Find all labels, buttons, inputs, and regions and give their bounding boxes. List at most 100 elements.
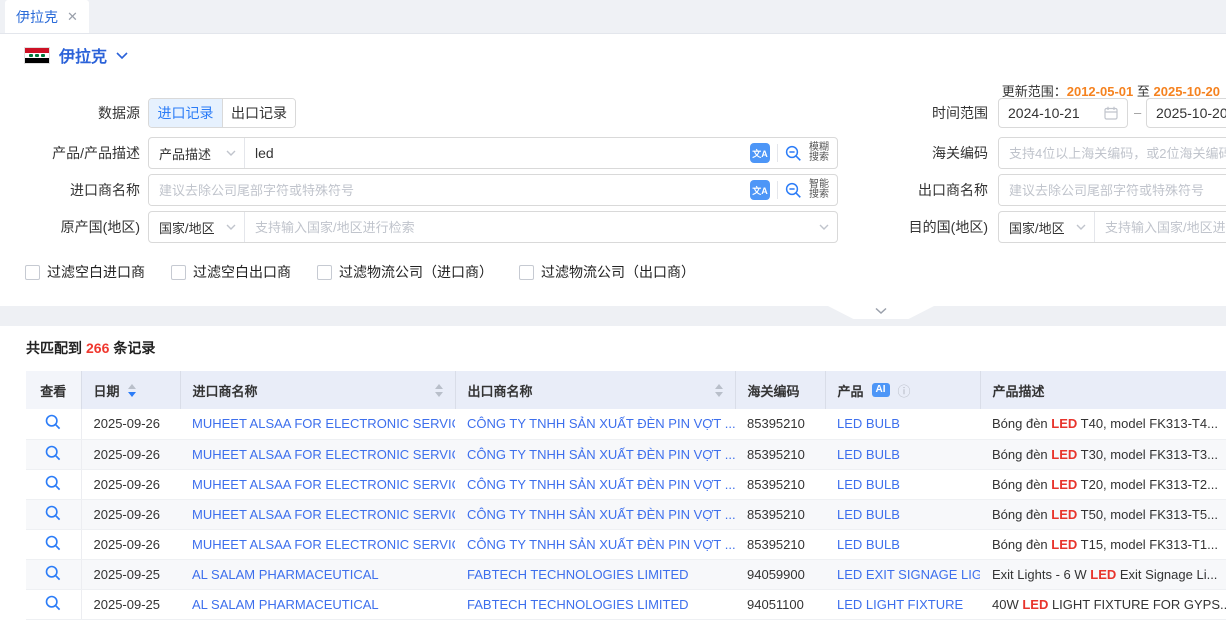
- checkbox-filter-blank-exporter[interactable]: 过滤空白出口商: [171, 262, 291, 282]
- exporter-input[interactable]: [999, 175, 1226, 205]
- checkbox-filter-blank-importer[interactable]: 过滤空白进口商: [25, 262, 145, 282]
- exporter-control: [998, 174, 1226, 206]
- date-end-input[interactable]: 2025-10-20: [1146, 98, 1226, 128]
- sort-icon-importer[interactable]: [435, 384, 443, 397]
- importer-link[interactable]: MUHEET ALSAA FOR ELECTRONIC SERVICE...: [192, 447, 455, 462]
- exporter-link[interactable]: FABTECH TECHNOLOGIES LIMITED: [467, 567, 689, 582]
- importer-link[interactable]: AL SALAM PHARMACEUTICAL: [192, 567, 379, 582]
- view-record-button[interactable]: [45, 565, 61, 581]
- date-cell: 2025-09-26: [81, 409, 180, 439]
- importer-link[interactable]: MUHEET ALSAA FOR ELECTRONIC SERVICE...: [192, 477, 455, 492]
- exporter-label: 出口商名称: [858, 174, 988, 206]
- description-cell: Bóng đèn LED T20, model FK313-T2...: [980, 469, 1226, 499]
- dest-country-select[interactable]: 国家/地区: [999, 212, 1095, 242]
- product-link[interactable]: LED EXIT SIGNAGE LIG...: [837, 567, 980, 582]
- product-cell: LED BULB: [825, 499, 980, 529]
- product-type-value: 产品描述: [159, 144, 211, 163]
- view-record-button[interactable]: [45, 414, 61, 430]
- time-range-label: 时间范围: [858, 98, 988, 128]
- dest-country-select-value: 国家/地区: [1009, 218, 1065, 237]
- product-link[interactable]: LED BULB: [837, 477, 900, 492]
- product-cell: LED BULB: [825, 409, 980, 439]
- exporter-link[interactable]: CÔNG TY TNHH SẢN XUẤT ĐÈN PIN VỢT ...: [467, 537, 735, 552]
- exporter-link[interactable]: CÔNG TY TNHH SẢN XUẤT ĐÈN PIN VỢT ...: [467, 416, 735, 431]
- product-link[interactable]: LED BULB: [837, 507, 900, 522]
- importer-input[interactable]: [149, 175, 742, 205]
- filter-checkboxes: 过滤空白进口商 过滤空白出口商 过滤物流公司（进口商） 过滤物流公司（出口商）: [25, 262, 695, 282]
- checkbox-icon[interactable]: [317, 265, 332, 280]
- product-search-input[interactable]: [245, 138, 742, 168]
- view-record-button[interactable]: [45, 475, 61, 491]
- product-link[interactable]: LED BULB: [837, 416, 900, 431]
- checkbox-icon[interactable]: [171, 265, 186, 280]
- view-cell: [26, 499, 81, 529]
- view-record-button[interactable]: [45, 445, 61, 461]
- description-cell: Bóng đèn LED T15, model FK313-T1...: [980, 529, 1226, 559]
- product-link[interactable]: LED LIGHT FIXTURE: [837, 597, 963, 612]
- tab-import-records[interactable]: 进口记录: [149, 99, 222, 127]
- magnifier-icon: [45, 445, 61, 461]
- translate-icon[interactable]: 文A: [750, 143, 770, 163]
- view-record-button[interactable]: [45, 505, 61, 521]
- filter-panel: 更新范围：2012-05-01 至 2025-10-20 数据源 进口记录 出口…: [0, 76, 1226, 306]
- hs-code-cell: 85395210: [735, 499, 825, 529]
- date-start-input[interactable]: 2024-10-21: [998, 98, 1128, 128]
- checkbox-filter-logistics-importer[interactable]: 过滤物流公司（进口商）: [317, 262, 493, 282]
- hs-code-label: 海关编码: [858, 137, 988, 169]
- info-icon[interactable]: ⓘ: [898, 381, 911, 400]
- magnifier-icon: [45, 535, 61, 551]
- product-cell: LED BULB: [825, 529, 980, 559]
- highlight-keyword: LED: [1051, 507, 1077, 522]
- column-importer[interactable]: 进口商名称: [180, 371, 455, 409]
- tab-export-records[interactable]: 出口记录: [222, 99, 295, 127]
- checkbox-icon[interactable]: [519, 265, 534, 280]
- close-icon[interactable]: ✕: [67, 9, 78, 25]
- exporter-link[interactable]: CÔNG TY TNHH SẢN XUẤT ĐÈN PIN VỢT ...: [467, 447, 735, 462]
- country-title: 伊拉克: [59, 43, 107, 67]
- collapse-panel-handle[interactable]: [828, 306, 934, 319]
- column-exporter[interactable]: 出口商名称: [455, 371, 735, 409]
- sort-icon-exporter[interactable]: [715, 384, 723, 397]
- smart-search-label[interactable]: 智能搜索: [809, 180, 829, 200]
- chevron-down-icon[interactable]: [116, 52, 128, 60]
- table-row: 2025-09-26 MUHEET ALSAA FOR ELECTRONIC S…: [26, 469, 1226, 499]
- ai-badge: AI: [872, 383, 890, 397]
- origin-country-select[interactable]: 国家/地区: [149, 212, 245, 242]
- results-table: 查看 日期 进口商名称 出口商名称 海关编码 产品AIⓘ 产品描述 2025-0…: [26, 371, 1226, 620]
- date-cell: 2025-09-25: [81, 559, 180, 589]
- tab-iraq[interactable]: 伊拉克 ✕: [5, 0, 89, 33]
- exporter-link[interactable]: CÔNG TY TNHH SẢN XUẤT ĐÈN PIN VỢT ...: [467, 477, 735, 492]
- exporter-link[interactable]: CÔNG TY TNHH SẢN XUẤT ĐÈN PIN VỢT ...: [467, 507, 735, 522]
- checkbox-icon[interactable]: [25, 265, 40, 280]
- data-source-switch: 进口记录 出口记录: [148, 98, 296, 128]
- importer-link[interactable]: MUHEET ALSAA FOR ELECTRONIC SERVICE...: [192, 537, 455, 552]
- table-row: 2025-09-26 MUHEET ALSAA FOR ELECTRONIC S…: [26, 529, 1226, 559]
- smart-search-icon[interactable]: [785, 182, 802, 199]
- date-start-value: 2024-10-21: [1008, 105, 1080, 121]
- date-cell: 2025-09-26: [81, 439, 180, 469]
- origin-country-caret[interactable]: [811, 212, 837, 242]
- importer-link[interactable]: MUHEET ALSAA FOR ELECTRONIC SERVICE...: [192, 507, 455, 522]
- origin-country-input[interactable]: [245, 212, 811, 242]
- column-date[interactable]: 日期: [81, 371, 180, 409]
- product-type-select[interactable]: 产品描述: [149, 138, 245, 168]
- product-cell: LED BULB: [825, 439, 980, 469]
- chevron-down-icon: [226, 150, 236, 157]
- table-row: 2025-09-25 AL SALAM PHARMACEUTICAL FABTE…: [26, 589, 1226, 619]
- view-record-button[interactable]: [45, 535, 61, 551]
- importer-link[interactable]: AL SALAM PHARMACEUTICAL: [192, 597, 379, 612]
- exporter-link[interactable]: FABTECH TECHNOLOGIES LIMITED: [467, 597, 689, 612]
- checkbox-filter-logistics-exporter[interactable]: 过滤物流公司（出口商）: [519, 262, 695, 282]
- sort-icon-date[interactable]: [128, 384, 136, 397]
- hs-code-input[interactable]: [999, 138, 1226, 168]
- dest-country-input[interactable]: [1095, 212, 1226, 242]
- importer-link[interactable]: MUHEET ALSAA FOR ELECTRONIC SERVICE...: [192, 416, 455, 431]
- fuzzy-search-icon[interactable]: [785, 145, 802, 162]
- fuzzy-search-label[interactable]: 模糊搜索: [809, 143, 829, 163]
- product-link[interactable]: LED BULB: [837, 447, 900, 462]
- translate-icon[interactable]: 文A: [750, 180, 770, 200]
- product-link[interactable]: LED BULB: [837, 537, 900, 552]
- magnifier-icon: [45, 505, 61, 521]
- update-range-to-word: 至: [1137, 84, 1150, 99]
- view-record-button[interactable]: [45, 595, 61, 611]
